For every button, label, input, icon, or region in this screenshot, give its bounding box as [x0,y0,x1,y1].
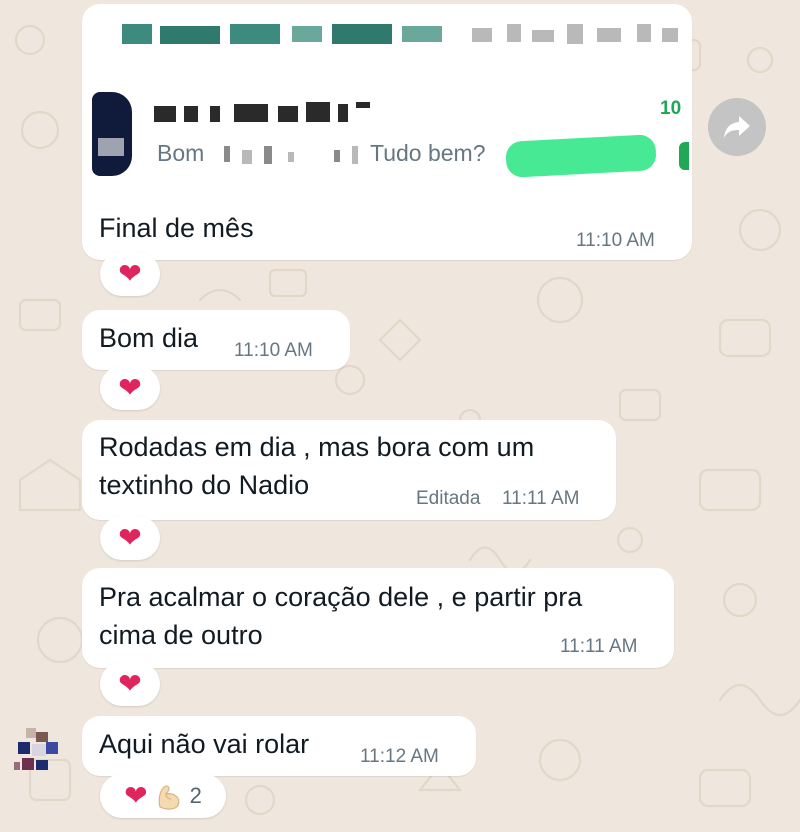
quoted-green-edge [679,142,689,170]
edited-label: Editada [416,488,481,509]
reaction-badge[interactable]: ❤ [100,366,160,410]
reaction-badge[interactable]: ❤ [100,662,160,706]
flexed-biceps-icon [158,785,179,810]
message-text: Bom dia [99,323,199,353]
reaction-count: 2 [189,783,202,808]
reaction-badge[interactable]: ❤ [100,252,160,296]
message-time: 11:11 AM [502,488,580,509]
quoted-preview-redacted [224,144,364,166]
message-time: 11:10 AM [234,340,313,361]
reaction-badge[interactable]: ❤ 2 [100,774,226,818]
heart-icon: ❤ [118,257,142,290]
quoted-reply[interactable]: 10 Bom Tudo bem? [82,86,692,186]
heart-icon: ❤ [124,779,148,812]
message-text: Final de mês [99,213,254,243]
reaction-badge[interactable]: ❤ [100,516,160,560]
forward-button[interactable] [708,98,766,156]
message-bubble-2[interactable]: Bom dia 11:10 AM [82,310,350,370]
quoted-sender-redacted [154,98,384,126]
quoted-preview-end: Tudo bem? [370,140,486,166]
message-time: 11:12 AM [360,746,439,767]
message-bubble-3[interactable]: Rodadas em dia , mas bora com um textinh… [82,420,616,520]
quoted-avatar [88,92,136,176]
quoted-partial-time: 10 [660,98,682,119]
message-text: Aqui não vai rolar [99,729,310,759]
message-bubble-5[interactable]: Aqui não vai rolar 11:12 AM [82,716,476,776]
message-bubble-1[interactable]: 10 Bom Tudo bem? Final de mês 11:10 AM [82,4,692,260]
heart-icon: ❤ [118,371,142,404]
message-time: 11:10 AM [576,230,655,251]
sender-avatar[interactable] [14,728,60,774]
forward-arrow-icon [724,116,750,138]
message-text: Pra acalmar o coração dele , e partir pr… [99,582,583,650]
message-bubble-4[interactable]: Pra acalmar o coração dele , e partir pr… [82,568,674,668]
quoted-preview-start: Bom [157,140,205,166]
message-time: 11:11 AM [560,636,638,657]
redacted-header [122,22,682,52]
heart-icon: ❤ [118,521,142,554]
heart-icon: ❤ [118,667,142,700]
quoted-green-scribble [505,134,657,178]
